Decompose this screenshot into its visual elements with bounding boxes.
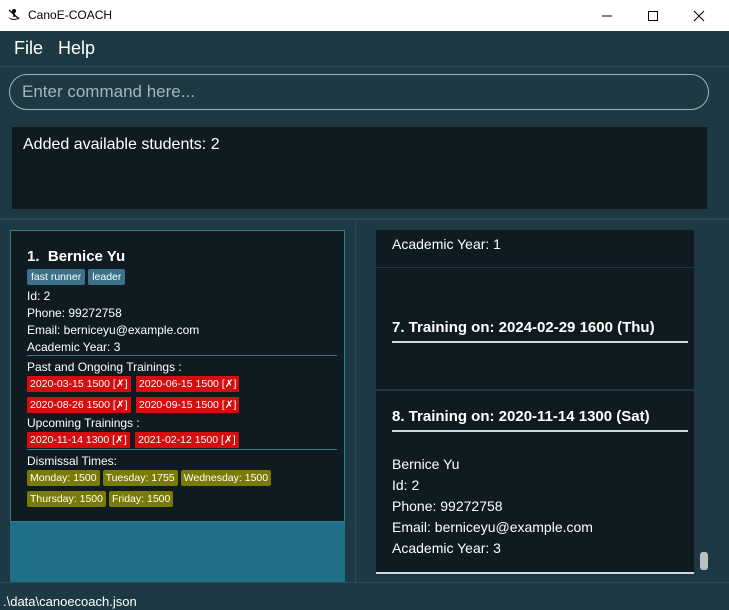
card-divider	[27, 449, 337, 450]
student-name-heading: 1. Bernice Yu	[27, 248, 125, 265]
student-id: Id: 2	[27, 289, 51, 303]
training-heading: 8. Training on: 2020-11-14 1300 (Sat)	[392, 408, 650, 425]
training-card-7[interactable]: 7. Training on: 2024-02-29 1600 (Thu)	[376, 268, 694, 389]
result-text: Added available students: 2	[23, 136, 220, 153]
minimize-button[interactable]	[584, 0, 630, 31]
command-box	[0, 66, 729, 121]
student-year: Academic Year: 3	[392, 540, 501, 556]
close-button[interactable]	[676, 0, 722, 31]
dismissal-label: Dismissal Times:	[27, 454, 118, 468]
training-chip: 2020-08-26 1500 [✗]	[27, 397, 131, 413]
past-trainings-row: 2020-03-15 1500 [✗] 2020-06-15 1500 [✗]	[27, 376, 241, 392]
maximize-button[interactable]	[630, 0, 676, 31]
tag: leader	[88, 269, 126, 285]
list-divider	[376, 572, 694, 574]
maximize-icon	[648, 10, 658, 21]
command-input[interactable]	[9, 74, 709, 110]
dismissal-chip: Friday: 1500	[108, 491, 174, 507]
canoe-icon	[8, 9, 20, 20]
past-trainings-label: Past and Ongoing Trainings :	[27, 360, 182, 374]
training-card-partial[interactable]: Academic Year: 1	[376, 230, 694, 267]
title-bar: CanoE-COACH	[0, 0, 729, 31]
training-heading: 7. Training on: 2024-02-29 1600 (Thu)	[392, 319, 655, 336]
training-heading-underline	[392, 430, 688, 432]
student-year: Academic Year: 3	[27, 340, 121, 354]
past-trainings-row: 2020-08-26 1500 [✗] 2020-09-15 1500 [✗]	[27, 397, 241, 413]
training-list-panel[interactable]: Academic Year: 1 7. Training on: 2024-02…	[365, 220, 729, 582]
result-display: Added available students: 2	[11, 126, 708, 210]
student-name: Bernice Yu	[392, 456, 460, 472]
menu-help[interactable]: Help	[58, 38, 95, 59]
student-year: Academic Year: 1	[392, 236, 501, 252]
dismissal-chip: Monday: 1500	[27, 470, 100, 486]
student-id: Id: 2	[392, 477, 420, 493]
upcoming-trainings-row: 2020-11-14 1300 [✗] 2021-02-12 1500 [✗]	[27, 432, 241, 448]
student-email: Email: berniceyu@example.com	[392, 519, 593, 535]
student-email: Email: berniceyu@example.com	[27, 323, 200, 337]
student-index: 1.	[27, 248, 40, 265]
menu-bar: File Help	[0, 31, 729, 66]
training-chip: 2020-06-15 1500 [✗]	[135, 376, 240, 392]
save-location: .\data\canoecoach.json	[3, 594, 137, 609]
training-card-8[interactable]: 8. Training on: 2020-11-14 1300 (Sat) Be…	[376, 391, 694, 572]
scrollbar-thumb[interactable]	[700, 552, 708, 570]
upcoming-trainings-label: Upcoming Trainings :	[27, 416, 140, 430]
student-phone: Phone: 99272758	[27, 306, 122, 320]
training-chip: 2020-11-14 1300 [✗]	[27, 432, 130, 448]
status-bar: .\data\canoecoach.json	[0, 582, 729, 610]
tag: fast runner	[27, 269, 86, 285]
dismissal-row: Monday: 1500 Tuesday: 1755 Wednesday: 1500	[27, 470, 274, 486]
training-chip: 2020-03-15 1500 [✗]	[27, 376, 131, 392]
dismissal-row: Thursday: 1500 Friday: 1500	[27, 491, 176, 507]
student-name: Bernice Yu	[47, 248, 126, 265]
card-divider	[27, 355, 337, 356]
menu-file[interactable]: File	[14, 38, 43, 59]
student-list-panel: 1. Bernice Yu fast runner leader Id: 2 Ph…	[0, 220, 355, 582]
training-chip: 2021-02-12 1500 [✗]	[135, 432, 239, 448]
close-icon	[693, 10, 705, 21]
minimize-icon	[602, 15, 612, 16]
window-title: CanoE-COACH	[28, 8, 113, 22]
student-list[interactable]: 1. Bernice Yu fast runner leader Id: 2 Ph…	[10, 230, 345, 582]
tag-list: fast runner leader	[27, 269, 128, 285]
dismissal-chip: Wednesday: 1500	[180, 470, 272, 486]
student-phone: Phone: 99272758	[392, 498, 503, 514]
dismissal-chip: Thursday: 1500	[27, 491, 106, 507]
student-card[interactable]: 1. Bernice Yu fast runner leader Id: 2 Ph…	[10, 230, 345, 522]
training-heading-underline	[392, 341, 688, 343]
training-chip: 2020-09-15 1500 [✗]	[135, 397, 240, 413]
dismissal-chip: Tuesday: 1755	[102, 470, 178, 486]
